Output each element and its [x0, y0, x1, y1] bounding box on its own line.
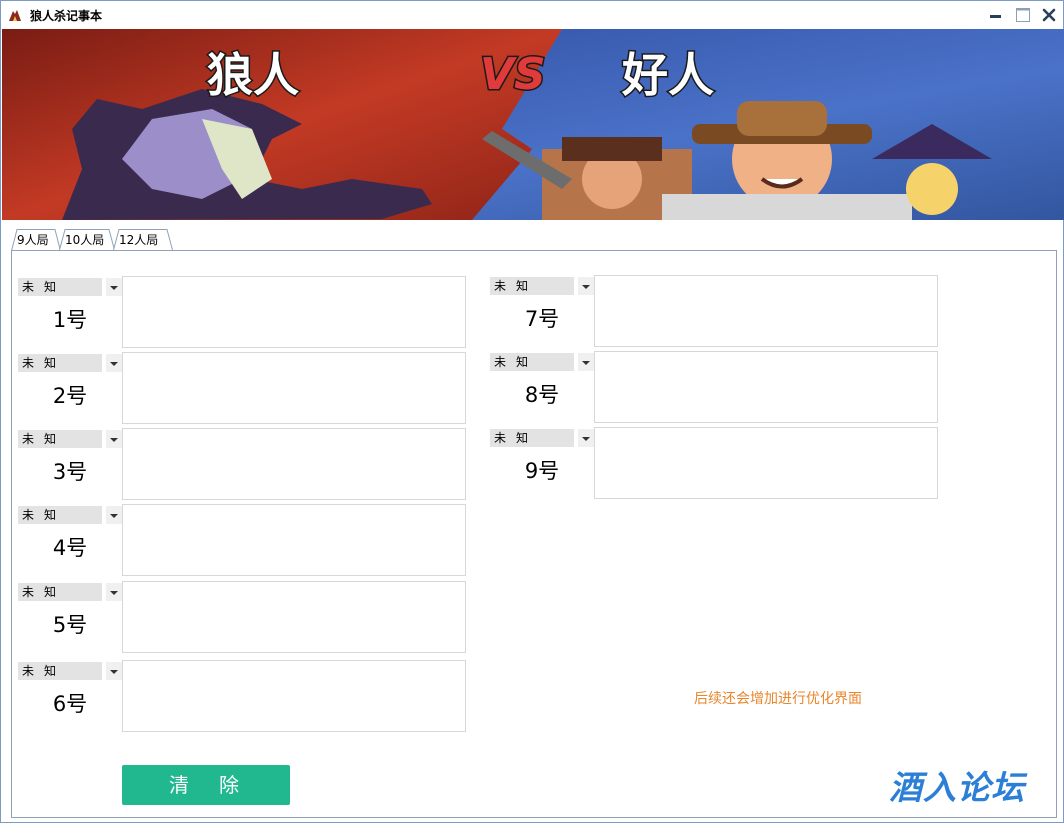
role-value: 未知 [490, 429, 574, 447]
role-dropdown[interactable]: 未知 [18, 583, 122, 601]
player-number: 3号 [52, 460, 88, 484]
notes-textarea[interactable] [122, 660, 466, 732]
maximize-icon [1016, 8, 1030, 22]
role-value: 未知 [490, 277, 574, 295]
role-value: 未知 [18, 506, 102, 524]
role-dropdown[interactable]: 未知 [18, 506, 122, 524]
banner-left-text: 狼人 [207, 48, 299, 102]
player-number: 8号 [524, 383, 560, 407]
player-number: 9号 [524, 459, 560, 483]
banner-right-text: 好人 [621, 48, 714, 102]
tab-9-players[interactable]: 9人局 [11, 228, 61, 251]
tab-12-players[interactable]: 12人局 [113, 228, 173, 251]
player-number: 4号 [52, 536, 88, 560]
player-row-3: 未知 3号 [18, 428, 468, 500]
tab-10-players[interactable]: 10人局 [59, 228, 115, 251]
notes-textarea[interactable] [122, 428, 466, 500]
player-number: 6号 [52, 692, 88, 716]
minimize-button[interactable] [986, 5, 1006, 25]
tab-label: 9人局 [17, 233, 49, 247]
app-window: 狼人杀记事本 狼人 VS 好人 9人局 10人局 12人局 未知 1号 未知 2… [0, 0, 1064, 823]
chevron-down-icon [106, 278, 122, 296]
player-row-6: 未知 6号 [18, 660, 468, 732]
player-number: 1号 [52, 308, 88, 332]
app-icon [9, 10, 21, 21]
player-row-2: 未知 2号 [18, 352, 468, 424]
player-row-8: 未知 8号 [490, 351, 940, 423]
role-dropdown[interactable]: 未知 [18, 278, 122, 296]
role-dropdown[interactable]: 未知 [490, 277, 594, 295]
maximize-button[interactable] [1013, 5, 1033, 25]
role-value: 未知 [18, 278, 102, 296]
close-button[interactable] [1039, 5, 1059, 25]
role-value: 未知 [18, 430, 102, 448]
chevron-down-icon [106, 354, 122, 372]
notes-textarea[interactable] [122, 504, 466, 576]
player-number: 5号 [52, 613, 88, 637]
role-dropdown[interactable]: 未知 [18, 662, 122, 680]
notes-textarea[interactable] [122, 276, 466, 348]
player-row-1: 未知 1号 [18, 276, 468, 348]
role-dropdown[interactable]: 未知 [18, 354, 122, 372]
notes-textarea[interactable] [594, 427, 938, 499]
role-dropdown[interactable]: 未知 [490, 353, 594, 371]
tab-label: 12人局 [119, 233, 159, 247]
notes-textarea[interactable] [122, 352, 466, 424]
player-row-9: 未知 9号 [490, 427, 940, 499]
player-number: 2号 [52, 384, 88, 408]
role-value: 未知 [490, 353, 574, 371]
close-icon [1042, 8, 1056, 22]
player-row-5: 未知 5号 [18, 581, 468, 653]
role-value: 未知 [18, 662, 102, 680]
notes-textarea[interactable] [594, 351, 938, 423]
update-hint-text: 后续还会增加进行优化界面 [694, 691, 862, 707]
chevron-down-icon [106, 662, 122, 680]
window-title: 狼人杀记事本 [30, 9, 103, 23]
notes-textarea[interactable] [122, 581, 466, 653]
role-dropdown[interactable]: 未知 [18, 430, 122, 448]
title-bar: 狼人杀记事本 [1, 1, 1063, 29]
chevron-down-icon [578, 277, 594, 295]
notes-textarea[interactable] [594, 275, 938, 347]
player-number: 7号 [524, 307, 560, 331]
minimize-icon [990, 15, 1001, 18]
chevron-down-icon [106, 583, 122, 601]
chevron-down-icon [106, 506, 122, 524]
chevron-down-icon [106, 430, 122, 448]
role-value: 未知 [18, 583, 102, 601]
chevron-down-icon [578, 429, 594, 447]
role-value: 未知 [18, 354, 102, 372]
banner-vs-text: VS [480, 49, 546, 100]
forum-watermark: 酒入论坛 [889, 768, 1025, 807]
player-row-7: 未知 7号 [490, 275, 940, 347]
tab-label: 10人局 [65, 233, 105, 247]
player-row-4: 未知 4号 [18, 504, 468, 576]
role-dropdown[interactable]: 未知 [490, 429, 594, 447]
banner-image: 狼人 VS 好人 [2, 29, 1064, 220]
chevron-down-icon [578, 353, 594, 371]
clear-button[interactable]: 清除 [122, 765, 290, 805]
